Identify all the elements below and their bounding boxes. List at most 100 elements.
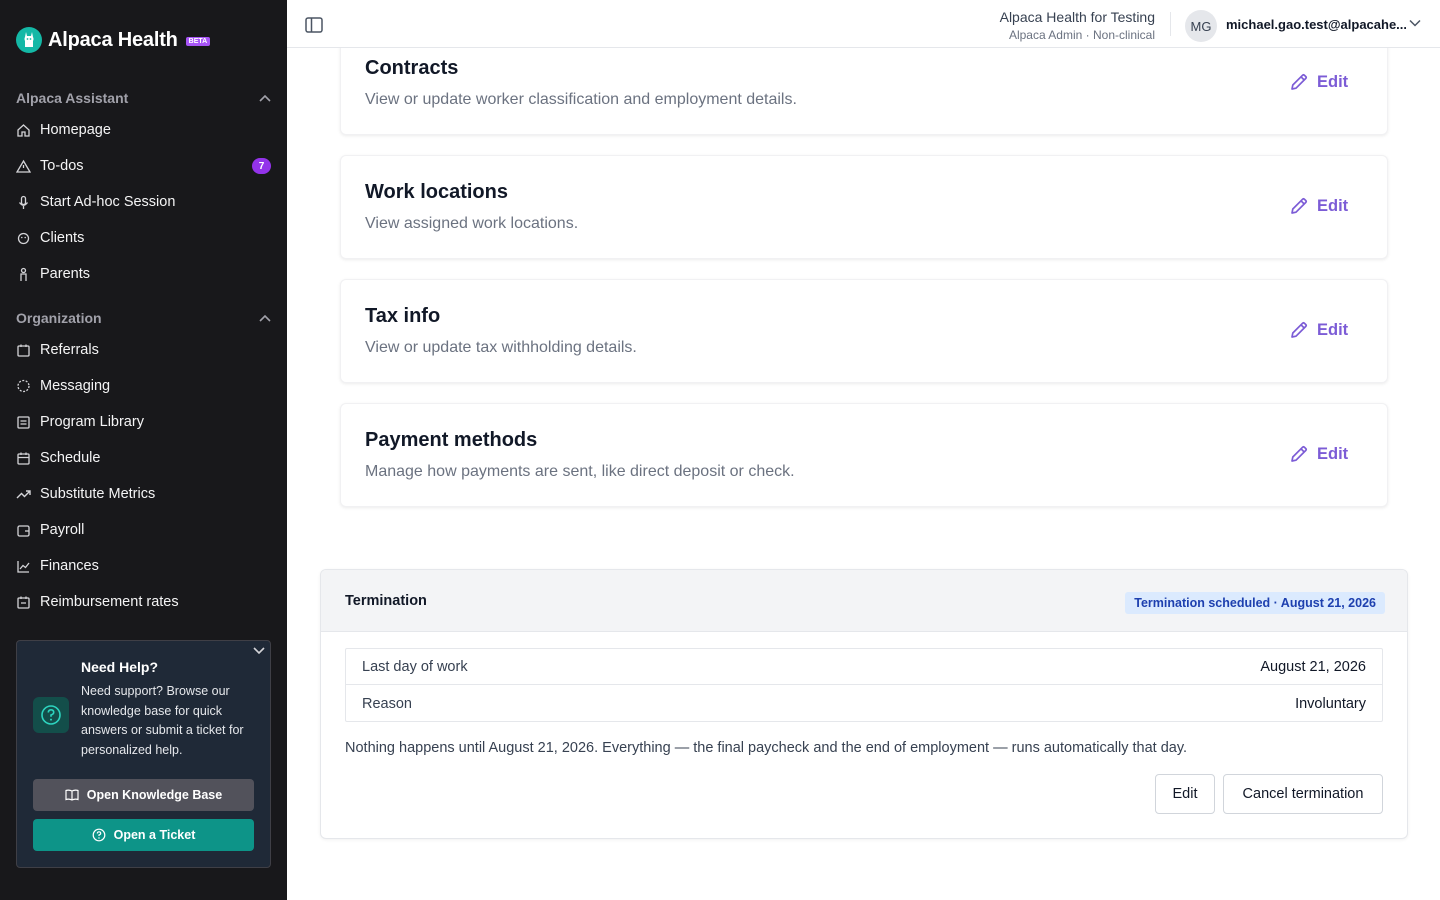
work-locations-card: Work locations View assigned work locati… xyxy=(340,155,1388,259)
edit-label: Edit xyxy=(1317,444,1349,463)
sidebar-item-parents[interactable]: Parents xyxy=(16,262,271,286)
referrals-icon xyxy=(16,343,31,358)
termination-title: Termination xyxy=(345,593,427,609)
org-role: Alpaca Admin · Non-clinical xyxy=(1008,28,1155,42)
question-circle-icon xyxy=(92,828,106,842)
sidebar-item-messaging[interactable]: Messaging xyxy=(16,374,271,398)
cancel-termination-button[interactable]: Cancel termination xyxy=(1223,774,1383,814)
todo-count-badge: 7 xyxy=(252,158,271,174)
sidebar-item-label: Referrals xyxy=(40,342,99,358)
sidebar: Alpaca Health BETA Alpaca Assistant Home… xyxy=(0,0,287,900)
open-knowledge-base-button[interactable]: Open Knowledge Base xyxy=(33,779,254,811)
edit-contracts-button[interactable]: Edit xyxy=(1289,72,1348,92)
brand-name: Alpaca Health xyxy=(48,28,178,51)
sidebar-item-label: Substitute Metrics xyxy=(40,486,156,502)
sidebar-item-adhoc-session[interactable]: Start Ad-hoc Session xyxy=(16,190,271,214)
brand-logo[interactable]: Alpaca Health BETA xyxy=(16,26,211,54)
sidebar-item-clients[interactable]: Clients xyxy=(16,226,271,250)
user-email[interactable]: michael.gao.test@alpacahe... xyxy=(1226,17,1406,32)
divider xyxy=(1170,12,1171,36)
line-chart-icon xyxy=(16,559,31,574)
termination-note: Nothing happens until August 21, 2026. E… xyxy=(345,740,1188,756)
card-title: Payment methods xyxy=(365,429,538,451)
chevron-down-icon[interactable] xyxy=(252,645,266,655)
home-icon xyxy=(16,123,31,138)
pencil-icon xyxy=(1291,445,1308,462)
sidebar-item-referrals[interactable]: Referrals xyxy=(16,338,271,362)
clients-icon xyxy=(16,231,31,246)
sidebar-item-todos[interactable]: To-dos 7 xyxy=(16,154,271,178)
library-icon xyxy=(16,415,31,430)
edit-work-locations-button[interactable]: Edit xyxy=(1289,196,1348,216)
row-value: August 21, 2026 xyxy=(1260,658,1366,675)
termination-details-table: Last day of work August 21, 2026 Reason … xyxy=(345,648,1383,722)
pencil-icon xyxy=(1291,73,1308,90)
sidebar-item-substitute-metrics[interactable]: Substitute Metrics xyxy=(16,482,271,506)
sidebar-item-program-library[interactable]: Program Library xyxy=(16,410,271,434)
sidebar-item-schedule[interactable]: Schedule xyxy=(16,446,271,470)
termination-header: Termination Termination scheduled · Augu… xyxy=(321,570,1407,632)
sidebar-item-label: Start Ad-hoc Session xyxy=(40,194,176,210)
parent-icon xyxy=(16,267,31,282)
beta-badge: BETA xyxy=(185,36,211,46)
message-icon xyxy=(16,379,31,394)
sidebar-item-label: Program Library xyxy=(40,414,144,430)
edit-payment-methods-button[interactable]: Edit xyxy=(1289,444,1348,464)
sidebar-item-payroll[interactable]: Payroll xyxy=(16,518,271,542)
sidebar-toggle-icon[interactable] xyxy=(305,16,323,34)
table-row: Reason Involuntary xyxy=(346,686,1382,722)
wallet-icon xyxy=(16,523,31,538)
section-title: Alpaca Assistant xyxy=(16,90,129,106)
button-label: Open Knowledge Base xyxy=(86,788,223,802)
help-circle-icon xyxy=(33,697,69,733)
avatar[interactable]: MG xyxy=(1185,10,1217,42)
sidebar-item-label: Clients xyxy=(40,230,85,246)
alert-triangle-icon xyxy=(16,159,31,174)
card-description: Manage how payments are sent, like direc… xyxy=(365,463,795,480)
section-header-assistant[interactable]: Alpaca Assistant xyxy=(16,88,271,108)
card-title: Tax info xyxy=(365,305,441,327)
sidebar-item-label: Reimbursement rates xyxy=(40,594,179,610)
sidebar-item-homepage[interactable]: Homepage xyxy=(16,118,271,142)
sidebar-item-label: Messaging xyxy=(40,378,111,394)
open-ticket-button[interactable]: Open a Ticket xyxy=(33,819,254,851)
sidebar-item-reimbursement-rates[interactable]: Reimbursement rates xyxy=(16,590,271,614)
sidebar-item-label: Schedule xyxy=(40,450,101,466)
calendar-icon xyxy=(16,451,31,466)
section-title: Organization xyxy=(16,310,102,326)
termination-panel: Termination Termination scheduled · Augu… xyxy=(320,569,1408,839)
edit-termination-button[interactable]: Edit xyxy=(1155,774,1215,814)
status-badge: Termination scheduled · August 21, 2026 xyxy=(1125,592,1385,614)
row-label: Reason xyxy=(362,696,412,712)
card-title: Work locations xyxy=(365,181,508,203)
pencil-icon xyxy=(1291,197,1308,214)
payment-methods-card: Payment methods Manage how payments are … xyxy=(340,403,1388,507)
chevron-down-icon[interactable] xyxy=(1408,18,1422,28)
organization-switcher[interactable]: Alpaca Health for Testing Alpaca Admin ·… xyxy=(1000,9,1155,42)
sidebar-item-label: To-dos xyxy=(40,158,84,174)
edit-label: Edit xyxy=(1317,72,1349,91)
edit-label: Edit xyxy=(1317,320,1349,339)
edit-tax-info-button[interactable]: Edit xyxy=(1289,320,1348,340)
sidebar-item-label: Finances xyxy=(40,558,99,574)
help-body: Need support? Browse our knowledge base … xyxy=(81,684,244,757)
card-description: View or update tax withholding details. xyxy=(365,339,637,356)
help-panel: Need Help? Need support? Browse our know… xyxy=(16,640,271,868)
card-description: View or update worker classification and… xyxy=(365,91,797,108)
row-value: Involuntary xyxy=(1295,696,1366,712)
top-bar: Alpaca Health for Testing Alpaca Admin ·… xyxy=(287,0,1440,48)
org-name: Alpaca Health for Testing xyxy=(999,9,1155,25)
sidebar-item-label: Homepage xyxy=(40,122,111,138)
section-header-organization[interactable]: Organization xyxy=(16,308,271,328)
microphone-icon xyxy=(16,195,31,210)
sidebar-item-finances[interactable]: Finances xyxy=(16,554,271,578)
table-row: Last day of work August 21, 2026 xyxy=(346,649,1382,685)
pencil-icon xyxy=(1291,321,1308,338)
rates-icon xyxy=(16,595,31,610)
sidebar-item-label: Parents xyxy=(40,266,90,282)
edit-label: Edit xyxy=(1317,196,1349,215)
trending-up-icon xyxy=(16,487,31,502)
card-title: Contracts xyxy=(365,57,459,79)
alpaca-logo-icon xyxy=(16,27,42,53)
chevron-up-icon xyxy=(259,94,271,102)
